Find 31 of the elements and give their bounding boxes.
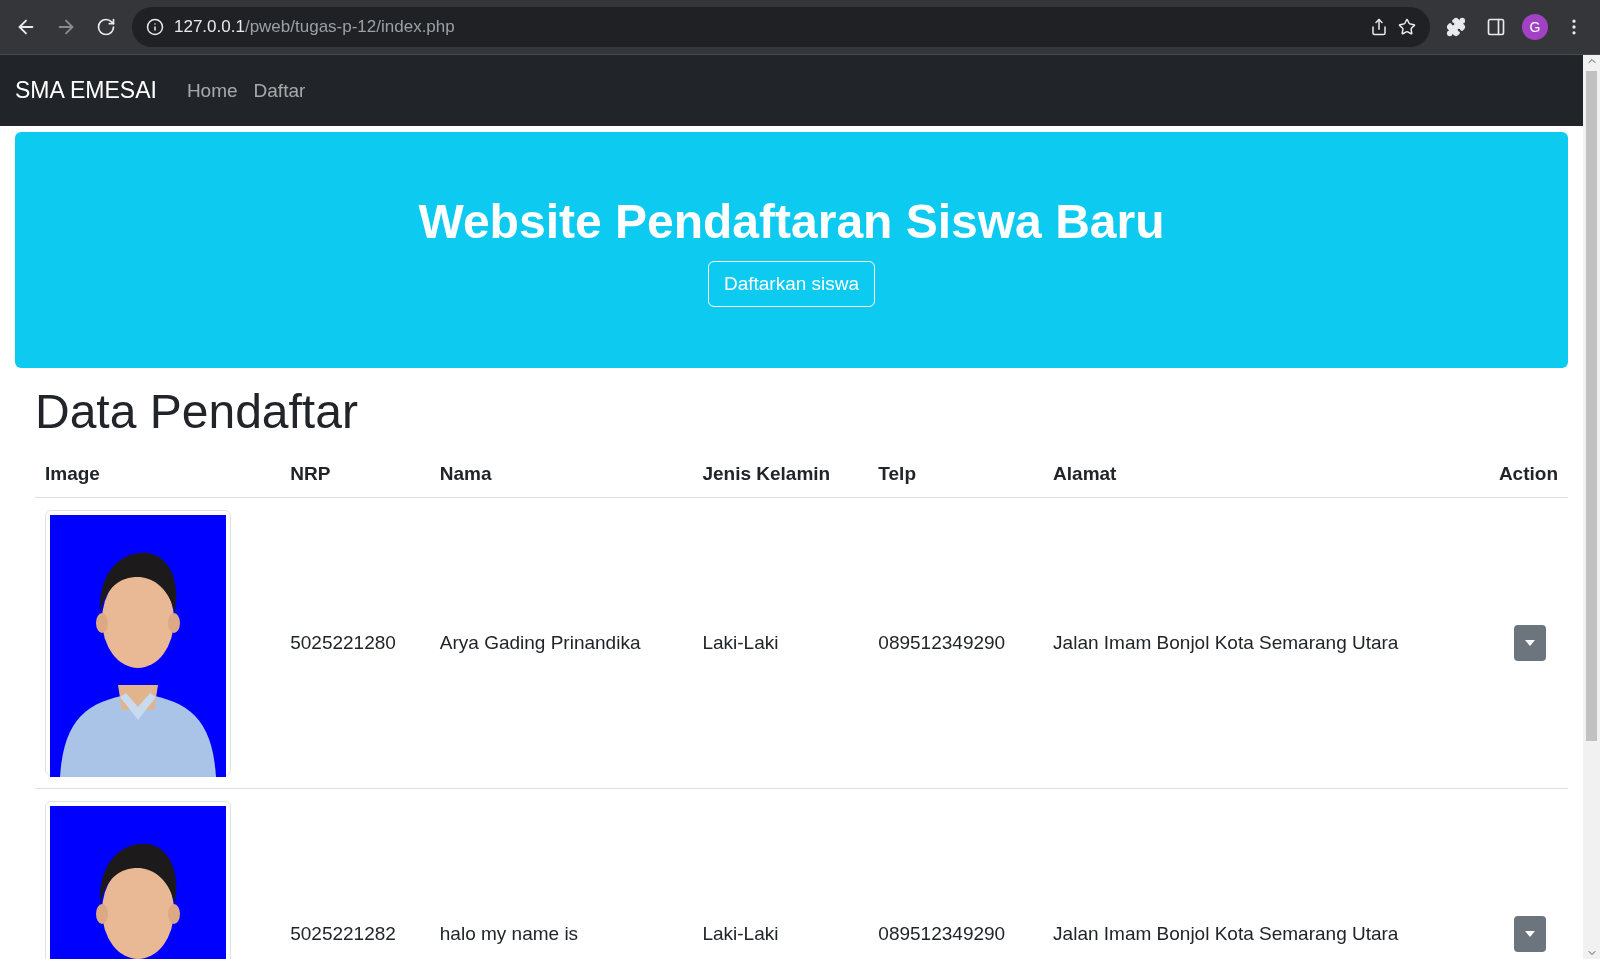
nav-link[interactable]: Home <box>186 79 238 102</box>
table-cell: 5025221282 <box>280 788 430 959</box>
caret-icon <box>1525 640 1535 646</box>
column-header: Alamat <box>1043 453 1478 498</box>
table-cell: 5025221280 <box>280 497 430 789</box>
column-header: Image <box>35 453 281 498</box>
table-cell: Jalan Imam Bonjol Kota Semarang Utara <box>1043 788 1478 959</box>
table-cell: Jalan Imam Bonjol Kota Semarang Utara <box>1043 497 1478 789</box>
table-cell: 089512349290 <box>868 788 1044 959</box>
column-header: Jenis Kelamin <box>692 453 869 498</box>
column-header: Nama <box>429 453 693 498</box>
table-cell: Arya Gading Prinandika <box>429 497 693 789</box>
column-header: Action <box>1478 453 1568 498</box>
section-title: Data Pendaftar <box>35 384 359 439</box>
caret-icon <box>1525 931 1535 937</box>
share-icon[interactable] <box>1370 18 1388 36</box>
star-icon[interactable] <box>1398 18 1416 36</box>
nav-link[interactable]: Daftar <box>253 79 306 102</box>
table-cell: halo my name is <box>429 788 693 959</box>
table-cell: Laki-Laki <box>692 788 869 959</box>
table-cell: Laki-Laki <box>692 497 869 789</box>
column-header: Telp <box>868 453 1044 498</box>
info-icon[interactable] <box>146 18 164 36</box>
table-cell: 089512349290 <box>868 497 1044 789</box>
brand-link[interactable]: SMA EMESAI <box>15 77 157 104</box>
dropdown-button[interactable] <box>1514 916 1546 952</box>
profile-avatar[interactable]: G <box>1522 14 1548 40</box>
address-bar[interactable]: 127.0.0.1/pweb/tugas-p-12/index.php <box>132 7 1430 47</box>
dropdown-button[interactable] <box>1514 625 1546 661</box>
hero-title: Website Pendaftaran Siswa Baru <box>418 193 1165 249</box>
column-header: NRP <box>280 453 430 498</box>
